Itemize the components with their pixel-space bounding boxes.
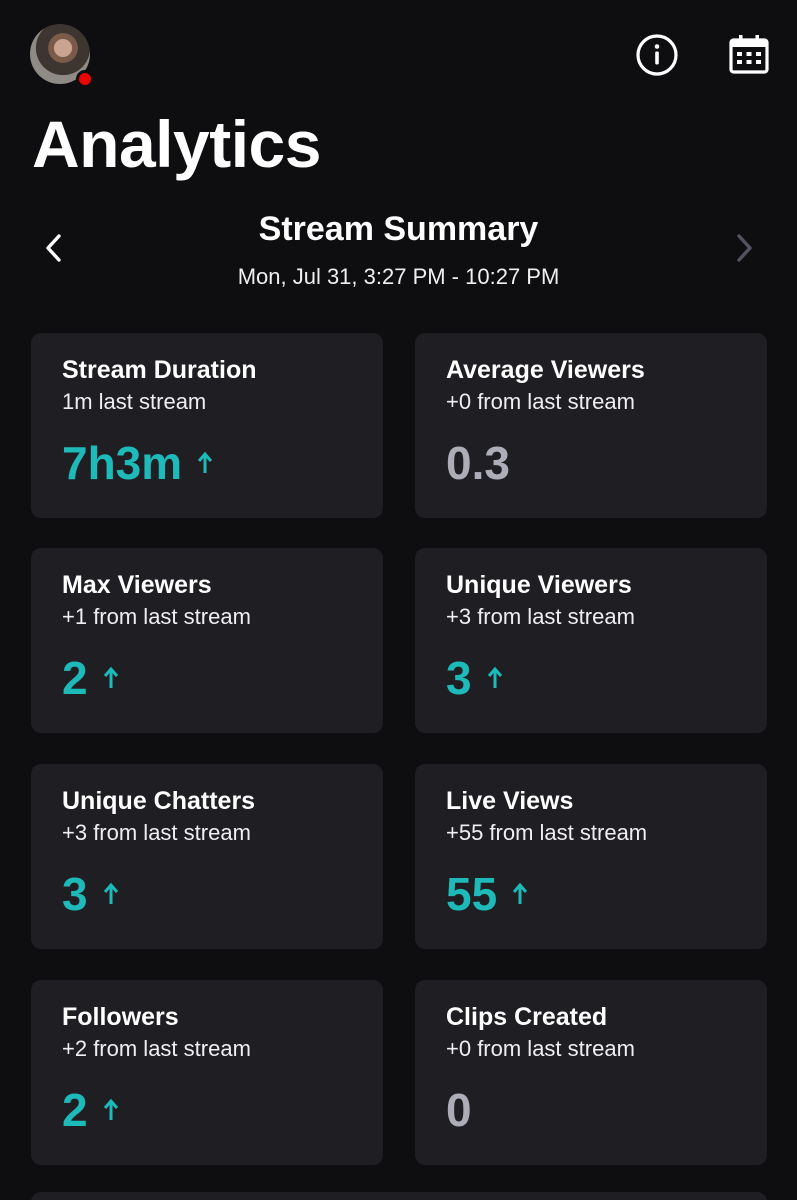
stat-title: Stream Duration [62, 356, 257, 384]
stat-value: 0.3 [446, 437, 510, 489]
stat-title: Average Viewers [446, 356, 645, 384]
stat-title: Followers [62, 1003, 179, 1031]
stat-value-row: 3 [62, 866, 383, 922]
stat-value-row: 2 [62, 650, 383, 706]
stat-title: Live Views [446, 787, 574, 815]
stat-value-row: 0 [446, 1082, 767, 1138]
stat-title: Clips Created [446, 1003, 608, 1031]
stat-card-followers: Followers +2 from last stream 2 [31, 980, 383, 1165]
stat-card-unique-chatters: Unique Chatters +3 from last stream 3 [31, 764, 383, 949]
stat-subtitle: +0 from last stream [446, 1036, 635, 1061]
stat-value: 0 [446, 1084, 472, 1136]
stat-card-max-viewers: Max Viewers +1 from last stream 2 [31, 548, 383, 733]
arrow-up-icon [196, 451, 214, 475]
stat-value: 2 [62, 652, 88, 704]
arrow-up-icon [486, 666, 504, 690]
stat-subtitle: +55 from last stream [446, 820, 648, 845]
arrow-up-icon [102, 1098, 120, 1122]
info-circle-icon [636, 34, 678, 76]
live-status-dot [76, 70, 94, 88]
stat-value-row: 7h3m [62, 435, 383, 491]
analytics-page: Analytics Stream Summary Mon, Jul 31, 3:… [0, 0, 797, 1200]
stat-title: Unique Viewers [446, 571, 632, 599]
calendar-button[interactable] [726, 32, 772, 78]
stat-card-live-views: Live Views +55 from last stream 55 [415, 764, 767, 949]
summary-title: Stream Summary [258, 210, 539, 248]
stat-value: 3 [446, 652, 472, 704]
avatar[interactable] [30, 24, 94, 88]
stat-value-row: 3 [446, 650, 767, 706]
info-button[interactable] [634, 32, 680, 78]
stat-title: Unique Chatters [62, 787, 256, 815]
stat-value: 2 [62, 1084, 88, 1136]
stat-value-row: 55 [446, 866, 767, 922]
stat-subtitle: +1 from last stream [62, 604, 251, 629]
stat-value: 55 [446, 868, 498, 920]
summary-date-range: Mon, Jul 31, 3:27 PM - 10:27 PM [237, 264, 560, 289]
calendar-icon [729, 35, 769, 74]
stat-card-clips-created: Clips Created +0 from last stream 0 [415, 980, 767, 1165]
next-stream-button[interactable] [724, 228, 764, 268]
stat-subtitle: +2 from last stream [62, 1036, 251, 1061]
stat-value-row: 0.3 [446, 435, 767, 491]
stat-subtitle: +0 from last stream [446, 389, 635, 414]
stat-card-average-viewers: Average Viewers +0 from last stream 0.3 [415, 333, 767, 518]
stat-subtitle: 1m last stream [62, 389, 207, 414]
page-title: Analytics [32, 107, 321, 181]
stat-card-stream-duration: Stream Duration 1m last stream 7h3m [31, 333, 383, 518]
next-section-card [31, 1192, 767, 1200]
arrow-up-icon [511, 882, 529, 906]
stat-subtitle: +3 from last stream [62, 820, 251, 845]
stat-value: 3 [62, 868, 88, 920]
arrow-up-icon [102, 666, 120, 690]
stat-value: 7h3m [62, 437, 183, 489]
stat-value-row: 2 [62, 1082, 383, 1138]
chevron-right-icon [737, 234, 752, 262]
arrow-up-icon [102, 882, 120, 906]
stat-title: Max Viewers [62, 571, 212, 599]
stat-card-unique-viewers: Unique Viewers +3 from last stream 3 [415, 548, 767, 733]
stat-subtitle: +3 from last stream [446, 604, 635, 629]
